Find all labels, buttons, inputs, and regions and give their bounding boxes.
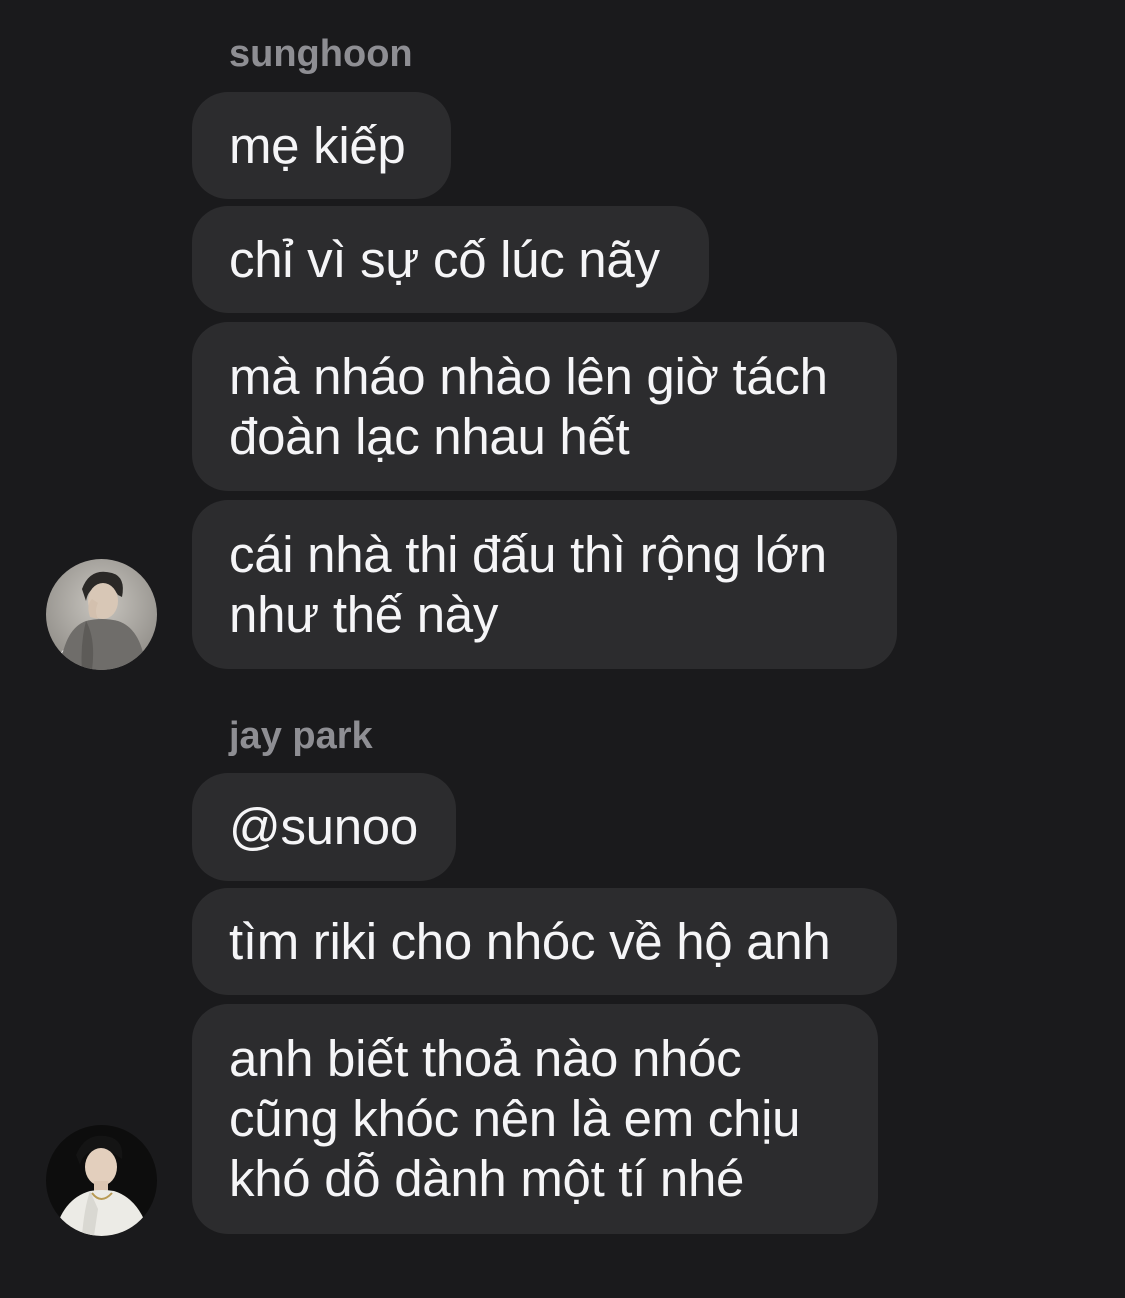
user-avatar-jay-park-icon bbox=[46, 1125, 157, 1236]
message-bubble[interactable]: mà nháo nhào lên giờ tách đoàn lạc nhau … bbox=[192, 322, 897, 491]
message-text: tìm riki cho nhóc về hộ anh bbox=[229, 912, 831, 970]
message-text: mẹ kiếp bbox=[229, 116, 406, 174]
svg-text:Y.: Y. bbox=[57, 650, 65, 660]
sender-name: jay park bbox=[229, 715, 373, 757]
message-text: chỉ vì sự cố lúc nãy bbox=[229, 230, 660, 288]
message-bubble[interactable]: chỉ vì sự cố lúc nãy bbox=[192, 206, 709, 313]
message-bubble[interactable]: cái nhà thi đấu thì rộng lớn như thế này bbox=[192, 500, 897, 669]
sender-name: sunghoon bbox=[229, 33, 413, 75]
message-text: anh biết thoả nào nhóc cũng khóc nên là … bbox=[229, 1030, 801, 1207]
message-text: @sunoo bbox=[229, 798, 418, 855]
message-text: mà nháo nhào lên giờ tách đoàn lạc nhau … bbox=[229, 347, 828, 465]
message-bubble[interactable]: mẹ kiếp bbox=[192, 92, 451, 199]
user-avatar-sunghoon-icon: Y. bbox=[46, 559, 157, 670]
message-bubble[interactable]: @sunoo bbox=[192, 773, 456, 881]
avatar[interactable]: Y. bbox=[46, 559, 157, 670]
message-bubble[interactable]: anh biết thoả nào nhóc cũng khóc nên là … bbox=[192, 1004, 878, 1234]
message-bubble[interactable]: tìm riki cho nhóc về hộ anh bbox=[192, 888, 897, 995]
avatar[interactable] bbox=[46, 1125, 157, 1236]
message-text: cái nhà thi đấu thì rộng lớn như thế này bbox=[229, 525, 827, 643]
